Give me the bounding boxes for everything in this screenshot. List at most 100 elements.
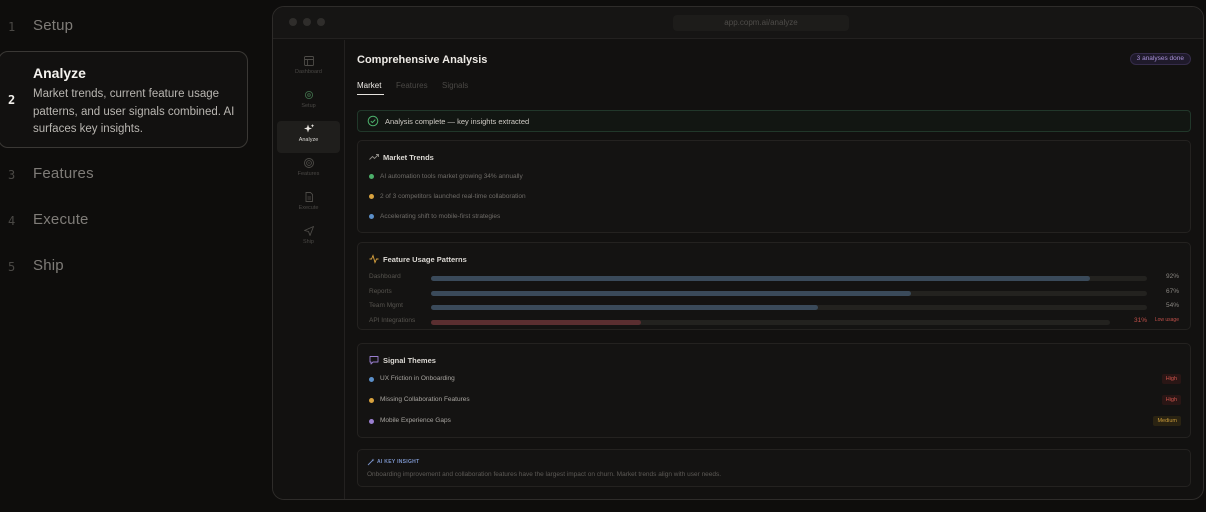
message-icon [369, 356, 379, 365]
bullet-dot [369, 377, 374, 382]
list-item: Accelerating shift to mobile-first strat… [369, 213, 500, 220]
sparkle-icon [303, 124, 314, 133]
usage-row: Dashboard 92% [369, 273, 1179, 282]
insight-label: AI KEY INSIGHT [377, 459, 420, 465]
banner-text: Analysis complete — key insights extract… [385, 117, 530, 126]
feature-usage-card: Feature Usage Patterns Dashboard 92% Rep… [357, 242, 1191, 330]
nav-analyze[interactable]: Analyze [277, 121, 340, 153]
trend-text: 2 of 3 competitors launched real-time co… [380, 193, 526, 200]
nav-label: Dashboard [295, 69, 322, 75]
tab-market[interactable]: Market [357, 81, 381, 90]
window-maximize-dot[interactable] [317, 18, 325, 26]
usage-percent: 31% [1133, 317, 1147, 324]
step-label: Analyze [33, 65, 86, 81]
bullet-dot [369, 174, 374, 179]
bullet-dot [369, 194, 374, 199]
step-number: 1 [8, 20, 16, 34]
layout-icon [303, 56, 314, 66]
usage-bar [431, 276, 1147, 281]
step-number: 3 [8, 168, 16, 182]
nav-setup[interactable]: Setup [277, 87, 340, 119]
card-title: Signal Themes [383, 355, 436, 365]
signal-name: Mobile Experience Gaps [380, 417, 451, 424]
window-close-dot[interactable] [289, 18, 297, 26]
card-title: Feature Usage Patterns [383, 254, 467, 264]
step-description: Market trends, current feature usage pat… [33, 88, 235, 135]
gear-icon [304, 90, 313, 100]
usage-bar-fill [431, 320, 642, 325]
step-analyze[interactable]: 2 Analyze Market trends, current feature… [0, 51, 248, 148]
nav-label: Setup [301, 103, 316, 109]
signal-name: UX Friction in Onboarding [380, 375, 455, 382]
signal-themes-card: Signal Themes UX Friction in Onboarding … [357, 343, 1191, 438]
trending-up-icon [369, 154, 379, 160]
nav-features[interactable]: Features [277, 155, 340, 187]
severity-badge: High [1161, 395, 1181, 405]
trend-text: Accelerating shift to mobile-first strat… [380, 213, 501, 220]
address-bar[interactable]: app.copm.ai/analyze [673, 15, 849, 31]
usage-row: API Integrations 31% Low usage [369, 317, 1179, 326]
usage-bar-fill [431, 291, 911, 296]
app-sidebar: Dashboard Setup Analyze Features Execute… [273, 40, 345, 499]
bullet-dot [369, 398, 374, 403]
signal-name: Missing Collaboration Features [380, 396, 470, 403]
low-usage-tag: Low usage [1154, 317, 1179, 323]
wand-icon [367, 458, 375, 466]
usage-label: Dashboard [369, 273, 401, 280]
nav-ship[interactable]: Ship [277, 223, 340, 255]
nav-label: Ship [302, 239, 314, 245]
bullet-dot [369, 214, 374, 219]
usage-bar [431, 320, 1110, 325]
usage-label: Team Mgmt [369, 302, 403, 309]
step-label: Setup [33, 17, 74, 34]
usage-bar [431, 305, 1147, 310]
step-label: Execute [33, 211, 89, 228]
active-tab-indicator [357, 94, 384, 95]
step-number: 4 [8, 214, 16, 228]
main-content: Comprehensive Analysis 3 analyses done M… [345, 40, 1203, 499]
usage-row: Reports 67% [369, 288, 1179, 297]
usage-percent: 67% [1165, 288, 1179, 295]
severity-badge: High [1161, 374, 1181, 384]
usage-bar [431, 291, 1147, 296]
tab-features[interactable]: Features [396, 81, 428, 90]
list-item: Mobile Experience Gaps Medium [369, 416, 1181, 427]
usage-row: Team Mgmt 54% [369, 302, 1179, 311]
target-icon [303, 158, 314, 168]
usage-bar-fill [431, 305, 818, 310]
step-number: 2 [8, 93, 16, 107]
step-label: Ship [33, 257, 64, 274]
list-item: UX Friction in Onboarding High [369, 374, 1181, 385]
nav-label: Features [297, 171, 320, 177]
list-item: 2 of 3 competitors launched real-time co… [369, 193, 526, 200]
list-item: AI automation tools market growing 34% a… [369, 173, 523, 180]
success-banner: Analysis complete — key insights extract… [357, 110, 1191, 132]
status-badge: 3 analyses done [1129, 53, 1191, 65]
activity-icon [369, 254, 379, 264]
usage-percent: 54% [1165, 302, 1179, 309]
step-number: 5 [8, 260, 16, 274]
bullet-dot [369, 419, 374, 424]
usage-bar-fill [431, 276, 1090, 281]
usage-label: API Integrations [369, 317, 416, 324]
step-label: Features [33, 165, 94, 182]
market-trends-card: Market Trends AI automation tools market… [357, 140, 1191, 233]
insight-text: Onboarding improvement and collaboration… [367, 471, 722, 478]
window-minimize-dot[interactable] [303, 18, 311, 26]
usage-label: Reports [369, 288, 392, 295]
trend-text: AI automation tools market growing 34% a… [380, 173, 523, 180]
ai-insight-card: AI KEY INSIGHT Onboarding improvement an… [357, 449, 1191, 487]
nav-execute[interactable]: Execute [277, 189, 340, 221]
nav-label: Analyze [298, 137, 319, 143]
list-item: Missing Collaboration Features High [369, 395, 1181, 406]
tab-signals[interactable]: Signals [442, 81, 468, 90]
browser-window: app.copm.ai/analyze Dashboard Setup Anal… [272, 6, 1204, 500]
document-icon [305, 192, 313, 202]
browser-titlebar: app.copm.ai/analyze [273, 7, 1203, 39]
nav-label: Execute [298, 205, 319, 211]
send-icon [303, 226, 314, 236]
usage-percent: 92% [1165, 273, 1179, 280]
nav-dashboard[interactable]: Dashboard [277, 53, 340, 85]
severity-badge: Medium [1153, 416, 1181, 426]
page-title: Comprehensive Analysis [357, 54, 488, 66]
